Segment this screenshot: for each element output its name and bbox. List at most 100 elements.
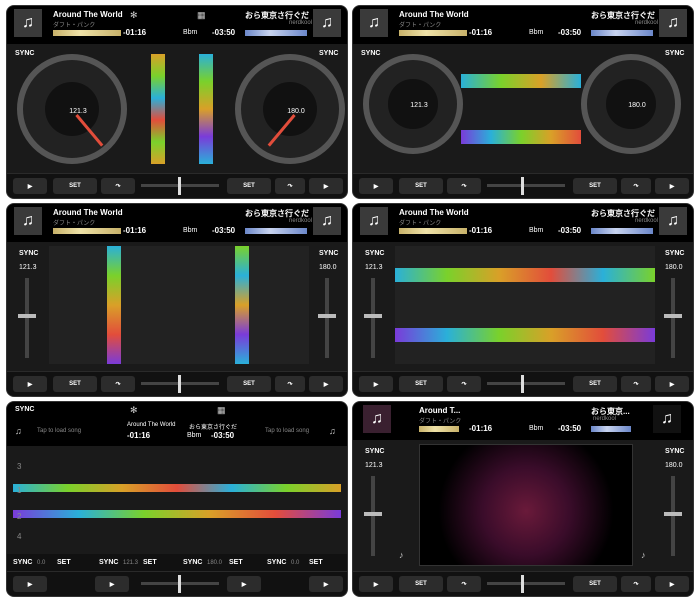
deck-b-loop-button[interactable]: ↷ [621,576,651,592]
deck-1-waveform[interactable] [13,484,341,492]
deck-b-waveform[interactable] [461,130,581,144]
crossfader-track[interactable] [487,582,565,585]
music-note-icon[interactable]: ♪ [641,550,646,560]
deck-4-set[interactable]: SET [309,559,323,566]
deck-a-play-button[interactable]: ▶ [359,376,393,392]
deck-b-play-button[interactable]: ▶ [655,576,689,592]
deck-b-pitch-handle[interactable] [318,314,336,318]
deck-b-play-button[interactable]: ▶ [655,376,689,392]
gear-icon[interactable]: ✻ [130,10,138,21]
deck-3-set[interactable]: SET [57,559,71,566]
deck-b-set-button[interactable]: SET [573,576,617,592]
music-note-icon[interactable]: ♫ [329,426,336,436]
music-note-icon[interactable]: ♪ [399,550,404,560]
deck-b-platter[interactable]: 180.0 [235,54,345,164]
deck-b-artwork[interactable]: ♫ [313,9,341,37]
deck-b-sync[interactable]: SYNC [665,250,684,257]
deck-a-waveform[interactable] [395,268,655,282]
deck-b-loop-button[interactable]: ↷ [275,376,305,392]
deck-b-artwork[interactable]: ♫ [653,405,681,433]
deck-b-pitch-track[interactable] [671,278,675,358]
deck-1-play-button[interactable]: ▶ [95,576,129,592]
deck-b-overview[interactable] [591,228,653,234]
deck-a-waveform[interactable] [461,74,581,88]
crossfader-handle[interactable] [178,575,181,593]
sync-all[interactable]: SYNC [15,406,34,413]
deck-a-pitch-track[interactable] [25,278,29,358]
deck-a-platter[interactable]: 121.3 [17,54,127,164]
deck-4-sync[interactable]: SYNC [267,559,286,566]
deck-a-sync[interactable]: SYNC [19,250,38,257]
deck-1-set[interactable]: SET [143,559,157,566]
deck-a-sync[interactable]: SYNC [365,448,384,455]
deck-b-set-button[interactable]: SET [227,178,271,194]
deck-a-loop-button[interactable]: ↷ [447,376,481,392]
waveform-area[interactable] [49,246,309,364]
deck-b-set-button[interactable]: SET [573,376,617,392]
deck-b-platter[interactable]: 180.0 [581,54,681,154]
deck-b-overview[interactable] [245,30,307,36]
deck-a-sync[interactable]: SYNC [361,50,380,57]
crossfader-track[interactable] [487,382,565,385]
deck-a-overview[interactable] [419,426,459,432]
crossfader-track[interactable] [487,184,565,187]
deck-b-sync[interactable]: SYNC [319,50,338,57]
deck-a-set-button[interactable]: SET [399,178,443,194]
deck-2-waveform[interactable] [13,510,341,518]
deck-a-waveform[interactable] [151,54,165,164]
deck-b-waveform[interactable] [395,328,655,342]
deck-3-load[interactable]: Tap to load song [37,428,81,434]
deck-a-set-button[interactable]: SET [53,376,97,392]
deck-3-play-button[interactable]: ▶ [13,576,47,592]
deck-b-play-button[interactable]: ▶ [655,178,689,194]
crossfader-handle[interactable] [521,177,524,195]
deck-a-artwork[interactable]: ♫ [360,207,388,235]
deck-4-play-button[interactable]: ▶ [309,576,343,592]
crossfader-handle[interactable] [521,575,524,593]
deck-b-play-button[interactable]: ▶ [309,178,343,194]
crossfader-handle[interactable] [521,375,524,393]
deck-b-sync[interactable]: SYNC [665,50,684,57]
deck-b-waveform[interactable] [199,54,213,164]
deck-a-loop-button[interactable]: ↷ [447,576,481,592]
crossfader-handle[interactable] [178,375,181,393]
deck-a-overview[interactable] [53,228,121,234]
waveform-area[interactable] [395,246,655,364]
deck-a-play-button[interactable]: ▶ [359,576,393,592]
deck-a-set-button[interactable]: SET [399,576,443,592]
deck-b-pitch-track[interactable] [671,476,675,556]
deck-a-sync[interactable]: SYNC [365,250,384,257]
deck-b-artwork[interactable]: ♫ [659,207,687,235]
deck-a-play-button[interactable]: ▶ [13,178,47,194]
deck-a-loop-button[interactable]: ↷ [447,178,481,194]
deck-a-set-button[interactable]: SET [399,376,443,392]
deck-b-overview[interactable] [245,228,307,234]
deck-b-sync[interactable]: SYNC [665,448,684,455]
deck-a-pitch-track[interactable] [371,278,375,358]
deck-b-loop-button[interactable]: ↷ [275,178,305,194]
deck-b-overview[interactable] [591,426,631,432]
deck-a-loop-button[interactable]: ↷ [101,178,135,194]
deck-b-sync[interactable]: SYNC [319,250,338,257]
deck-b-artwork[interactable]: ♫ [659,9,687,37]
gear-icon[interactable]: ✻ [130,405,138,416]
deck-b-loop-button[interactable]: ↷ [621,376,651,392]
deck-1-sync[interactable]: SYNC [99,559,118,566]
deck-a-artwork[interactable]: ♫ [14,207,42,235]
deck-3-sync[interactable]: SYNC [13,559,32,566]
deck-b-set-button[interactable]: SET [227,376,271,392]
deck-2-set[interactable]: SET [229,559,243,566]
deck-a-pitch-track[interactable] [371,476,375,556]
music-note-icon[interactable]: ♫ [15,426,22,436]
deck-a-play-button[interactable]: ▶ [13,376,47,392]
deck-a-overview[interactable] [399,30,467,36]
crossfader-handle[interactable] [178,177,181,195]
deck-b-pitch-handle[interactable] [664,512,682,516]
video-preview[interactable] [419,444,633,566]
deck-a-artwork[interactable]: ♫ [363,405,391,433]
grid-icon[interactable]: ▦ [217,405,226,416]
deck-a-sync[interactable]: SYNC [15,50,34,57]
deck-a-pitch-handle[interactable] [364,314,382,318]
deck-a-overview[interactable] [399,228,467,234]
deck-b-pitch-handle[interactable] [664,314,682,318]
